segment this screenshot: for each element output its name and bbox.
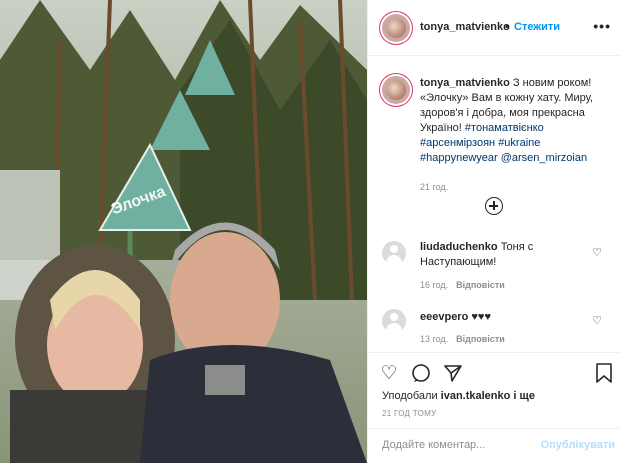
- comment-1: liudaduchenko Тоня с Наступающим!: [420, 240, 580, 270]
- more-dots-icon[interactable]: •••: [593, 18, 611, 34]
- publish-button[interactable]: Опублікувати: [541, 439, 615, 451]
- hashtag-2[interactable]: #арсенмірзоян: [420, 137, 495, 149]
- hashtag-3[interactable]: #ukraine: [498, 137, 540, 149]
- photo-illustration: Элочка: [0, 0, 367, 463]
- post-photo[interactable]: Элочка: [0, 0, 367, 463]
- comment-username[interactable]: liudaduchenko: [420, 241, 498, 253]
- reply-button[interactable]: Відповісти: [456, 280, 505, 290]
- share-paper-plane-icon[interactable]: [442, 363, 464, 385]
- post-sidebar: tonya_matvienko • Стежити ••• tonya_matv…: [367, 0, 620, 463]
- post-header: tonya_matvienko • Стежити •••: [368, 0, 620, 56]
- post-timestamp[interactable]: 21 ГОД ТОМУ: [382, 409, 437, 418]
- author-username[interactable]: tonya_matvienko: [420, 21, 510, 33]
- comment-avatar[interactable]: [382, 241, 406, 265]
- follow-button[interactable]: Стежити: [514, 21, 560, 33]
- likes-others[interactable]: і ще: [513, 390, 535, 402]
- caption-text-1: З новим роком!: [512, 77, 592, 89]
- reply-button[interactable]: Відповісти: [456, 334, 505, 344]
- comment-username[interactable]: eeevpero: [420, 311, 468, 323]
- comment-1-meta: 16 год. Відповісти: [420, 280, 505, 290]
- comment-bubble-icon[interactable]: [410, 363, 432, 385]
- load-more-comments-icon[interactable]: [485, 197, 503, 215]
- likes-summary: Уподобали ivan.tkalenko і ще: [382, 390, 535, 402]
- hashtag-1[interactable]: #тонаматвієнко: [465, 122, 544, 134]
- comment-avatar[interactable]: [382, 309, 406, 333]
- separator-dot: •: [505, 21, 509, 33]
- caption-age: 21 год.: [420, 182, 449, 192]
- caption: tonya_matvienko З новим роком! «Элочку» …: [420, 76, 610, 195]
- add-comment-bar: Опублікувати: [368, 428, 620, 464]
- comment-2-meta: 13 год. Відповісти: [420, 334, 505, 344]
- instagram-post: Элочка tonya_matvienko • Стежити ••• ton…: [0, 0, 620, 463]
- likes-user[interactable]: ivan.tkalenko: [441, 390, 511, 402]
- save-bookmark-icon[interactable]: [593, 363, 615, 385]
- likes-prefix: Уподобали: [382, 390, 438, 402]
- like-comment-heart-icon[interactable]: ♡: [592, 314, 602, 327]
- comment-age: 16 год.: [420, 280, 449, 290]
- author-avatar[interactable]: [382, 14, 410, 42]
- comment-age: 13 год.: [420, 334, 449, 344]
- like-heart-icon[interactable]: ♡: [378, 363, 400, 385]
- comment-text: ♥♥♥: [471, 311, 491, 323]
- caption-avatar[interactable]: [382, 76, 410, 104]
- comment-input[interactable]: [380, 438, 534, 452]
- comment-2: eeevpero ♥♥♥: [420, 310, 580, 325]
- hashtag-4[interactable]: #happynewyear: [420, 152, 498, 164]
- mention-link[interactable]: @arsen_mirzoian: [501, 152, 587, 164]
- like-comment-heart-icon[interactable]: ♡: [592, 246, 602, 259]
- caption-username[interactable]: tonya_matvienko: [420, 77, 510, 89]
